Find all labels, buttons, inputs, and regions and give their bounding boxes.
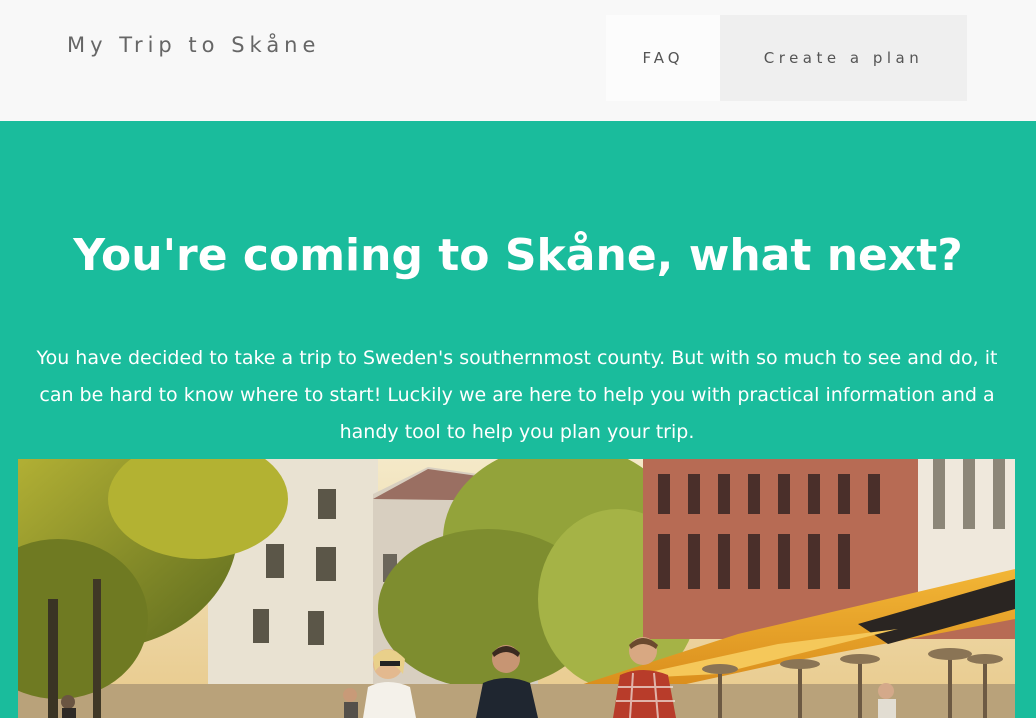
site-logo[interactable]: My Trip to Skåne [67, 33, 320, 57]
hero-title: You're coming to Skåne, what next? [73, 230, 963, 281]
nav-create-plan-link[interactable]: Create a plan [720, 15, 967, 101]
site-header: My Trip to Skåne FAQ Create a plan [0, 0, 1036, 121]
hero-photo [18, 459, 1015, 718]
nav-faq-link[interactable]: FAQ [606, 15, 720, 101]
hero-description: You have decided to take a trip to Swede… [36, 347, 998, 443]
